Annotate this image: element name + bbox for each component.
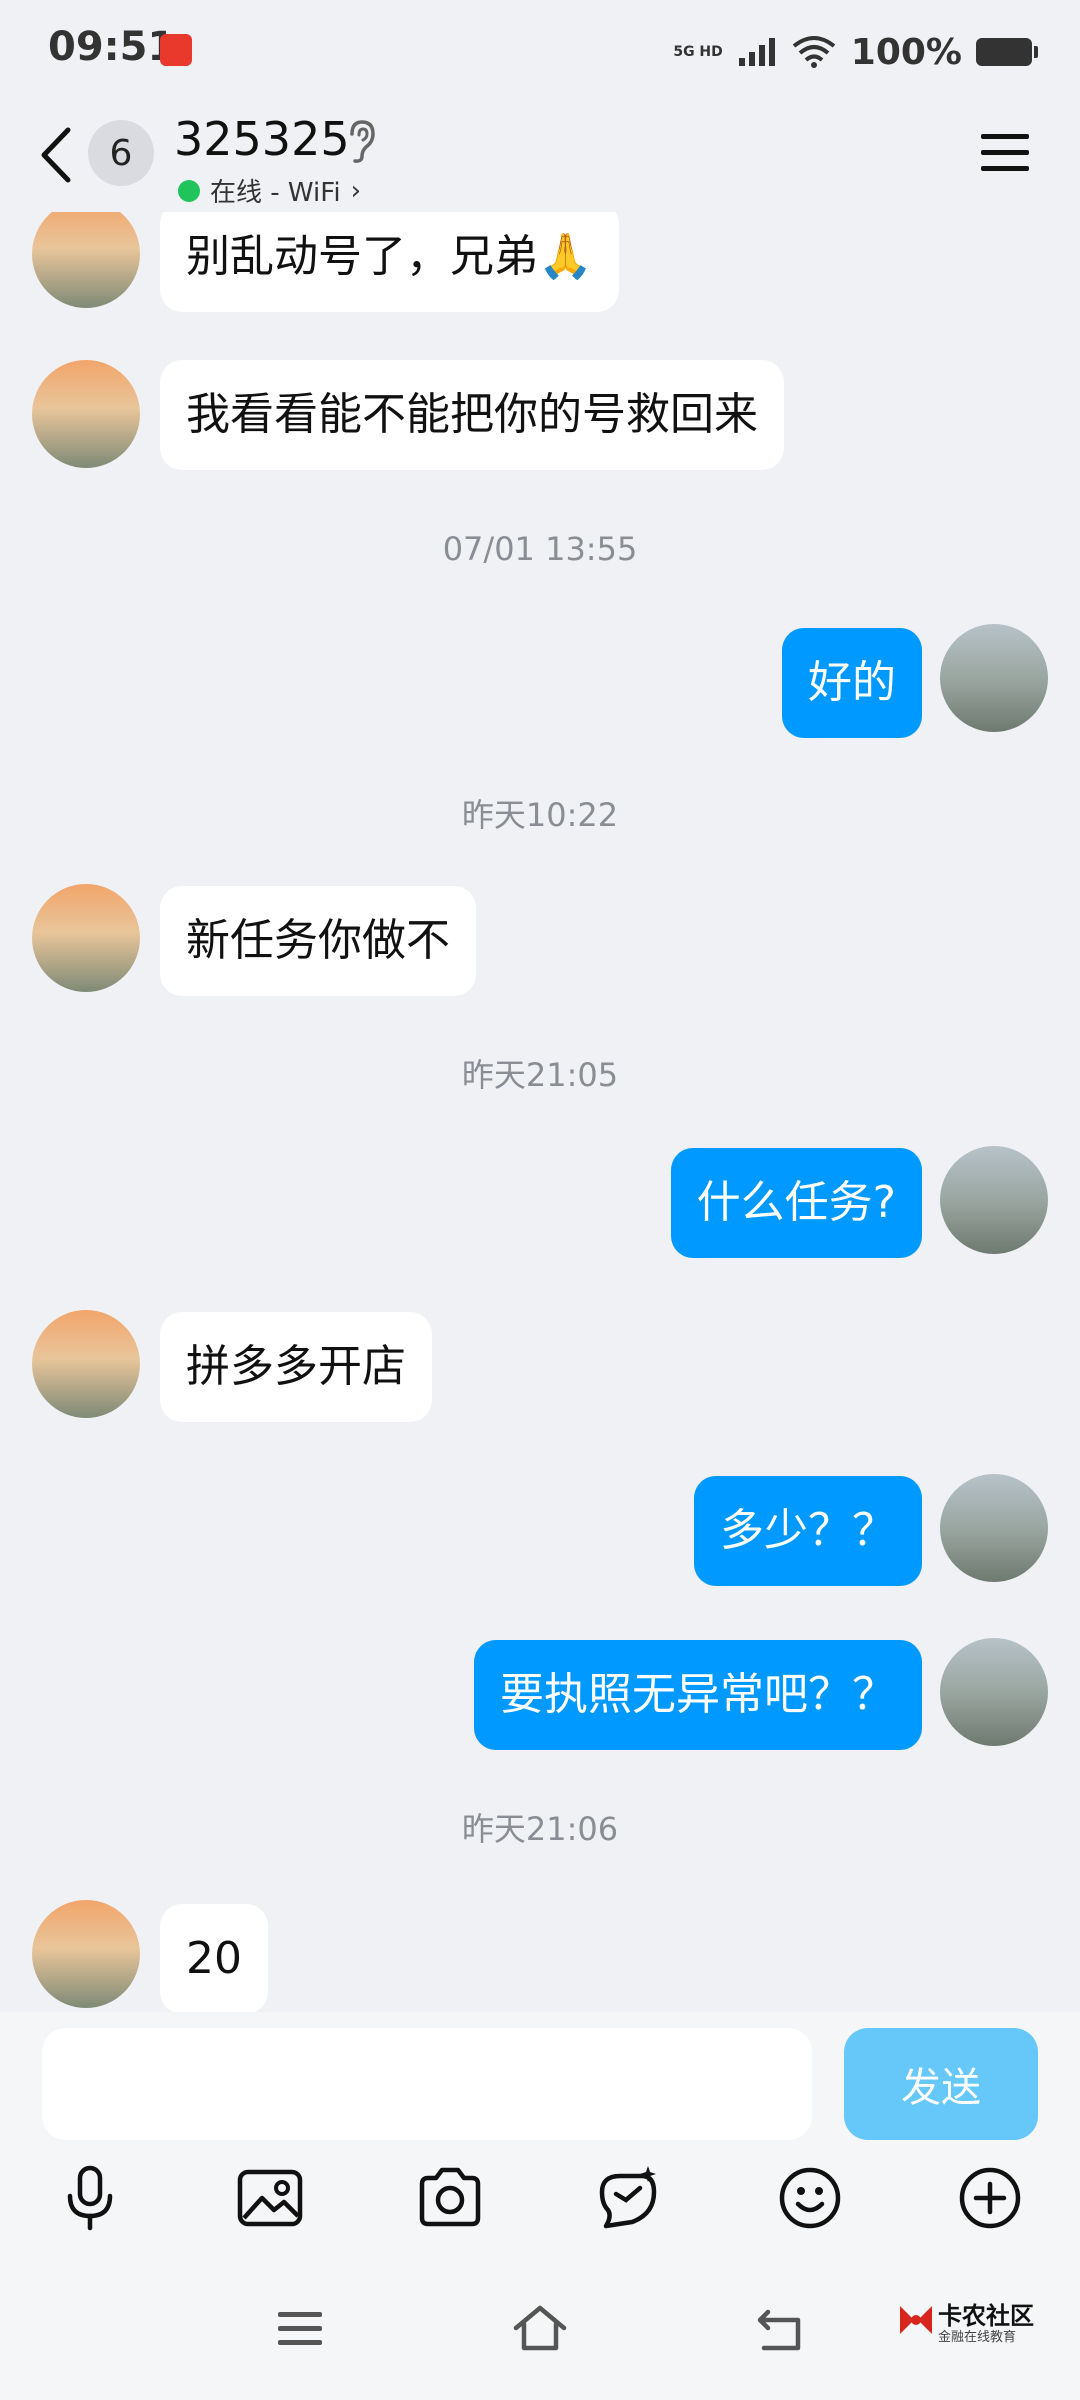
input-bar: 发送 [0, 2012, 1080, 2162]
plus-icon[interactable] [954, 2162, 1026, 2234]
app-notification-icon [160, 34, 192, 66]
status-time: 09:51 [48, 24, 176, 70]
message-bubble[interactable]: 要执照无异常吧？？ [474, 1640, 922, 1750]
message-bubble[interactable]: 我看看能不能把你的号救回来 [160, 360, 784, 470]
message-row: 我看看能不能把你的号救回来 [0, 360, 1080, 470]
kanong-logo-icon [900, 2306, 932, 2334]
home-icon[interactable] [510, 2298, 570, 2358]
contact-avatar[interactable] [32, 1900, 140, 2008]
message-input[interactable] [42, 2028, 812, 2140]
timestamp: 昨天10:22 [461, 796, 619, 834]
message-row: 拼多多开店 [0, 1310, 1080, 1422]
network-type: 5G HD [673, 44, 723, 60]
message-bubble[interactable]: 多少？？ [694, 1476, 922, 1586]
contact-avatar[interactable] [32, 360, 140, 468]
watermark-subtitle: 金融在线教育 [938, 2330, 1017, 2345]
contact-avatar[interactable] [32, 884, 140, 992]
ear-icon[interactable] [340, 118, 380, 164]
watermark-logo: 卡农社区 金融在线教育 [896, 2294, 1036, 2354]
message-bubble[interactable]: 好的 [782, 628, 922, 738]
timestamp: 07/01 13:55 [442, 530, 638, 568]
camera-icon[interactable] [414, 2162, 486, 2234]
chat-header: 6 325325 在线 - WiFi › [0, 100, 1080, 212]
online-dot-icon [178, 179, 200, 202]
input-toolbar [0, 2162, 1080, 2254]
message-row: 多少？？ [0, 1474, 1080, 1586]
my-avatar[interactable] [940, 1146, 1048, 1254]
online-status[interactable]: 在线 - WiFi › [178, 172, 361, 209]
message-bubble[interactable]: 别乱动号了，兄弟🙏 [160, 212, 619, 312]
back-arrow-icon[interactable] [30, 122, 84, 188]
message-bubble[interactable]: 20 [160, 1904, 268, 2012]
chat-title[interactable]: 325325 [174, 112, 350, 166]
image-icon[interactable] [234, 2162, 306, 2234]
message-bubble[interactable]: 拼多多开店 [160, 1312, 432, 1422]
message-bubble[interactable]: 什么任务? [670, 1148, 922, 1258]
battery-icon [976, 38, 1038, 66]
wifi-icon [792, 36, 836, 68]
send-button[interactable]: 发送 [844, 2028, 1038, 2140]
signal-icon [738, 38, 775, 66]
battery-percent: 100% [850, 31, 962, 73]
timestamp: 昨天21:06 [461, 1810, 619, 1848]
message-row: 要执照无异常吧？？ [0, 1638, 1080, 1750]
online-status-text: 在线 - WiFi [210, 178, 341, 208]
emoji-icon[interactable] [774, 2162, 846, 2234]
microphone-icon[interactable] [54, 2162, 126, 2234]
my-avatar[interactable] [940, 1638, 1048, 1746]
system-nav-bar: 卡农社区 金融在线教育 [0, 2254, 1080, 2400]
back-nav-icon[interactable] [750, 2298, 810, 2358]
contact-avatar[interactable] [32, 1310, 140, 1418]
message-row: 什么任务? [0, 1146, 1080, 1258]
unread-count-badge[interactable]: 6 [88, 120, 154, 186]
menu-icon[interactable] [978, 128, 1032, 178]
red-packet-icon[interactable] [592, 2162, 664, 2234]
timestamp: 昨天21:05 [461, 1056, 619, 1094]
message-row: 20 [0, 1900, 1080, 2012]
recent-apps-icon[interactable] [270, 2298, 330, 2358]
message-row: 新任务你做不 [0, 884, 1080, 996]
my-avatar[interactable] [940, 624, 1048, 732]
message-row: 好的 [0, 624, 1080, 738]
message-row: 别乱动号了，兄弟🙏 [0, 212, 1080, 312]
status-bar: 09:51 5G HD 100% [0, 0, 1080, 100]
my-avatar[interactable] [940, 1474, 1048, 1582]
status-indicators: 5G HD 100% [673, 24, 1038, 80]
chevron-right-icon: › [350, 175, 361, 206]
contact-avatar[interactable] [32, 212, 140, 308]
message-list[interactable]: 别乱动号了，兄弟🙏 我看看能不能把你的号救回来 07/01 13:55 好的 昨… [0, 212, 1080, 2012]
message-bubble[interactable]: 新任务你做不 [160, 886, 476, 996]
